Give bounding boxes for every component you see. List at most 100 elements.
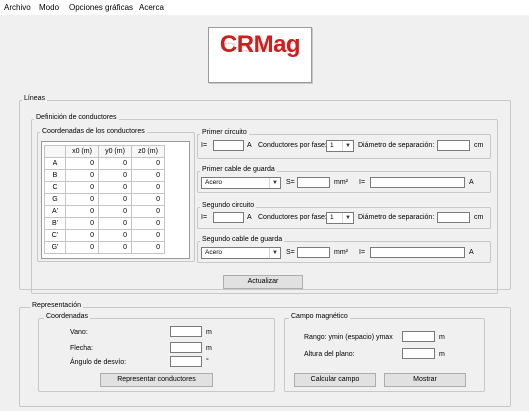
segundo-circuito-diam-input[interactable] (437, 212, 470, 223)
definicion-title: Definición de conductores (34, 114, 119, 121)
primer-cable-title: Primer cable de guarda (200, 166, 277, 173)
chevron-down-icon: ▼ (269, 178, 280, 188)
menu-bar: Archivo Modo Opciones gráficas Acerca (0, 0, 529, 15)
cell-z0[interactable]: 0 (131, 193, 165, 206)
table-row: G' 0 0 0 (44, 241, 165, 254)
primer-circuito-diam-input[interactable] (437, 140, 470, 151)
row-label: A' (44, 205, 66, 218)
vano-input[interactable] (170, 326, 202, 337)
representar-conductores-button[interactable]: Representar conductores (100, 373, 213, 387)
cell-z0[interactable]: 0 (131, 229, 165, 242)
primer-cable-s-label: S= (286, 179, 295, 186)
cell-z0[interactable]: 0 (131, 241, 165, 254)
cell-z0[interactable]: 0 (131, 217, 165, 230)
cell-x0[interactable]: 0 (65, 241, 99, 254)
cell-x0[interactable]: 0 (65, 181, 99, 194)
cell-y0[interactable]: 0 (98, 217, 132, 230)
primer-circuito-i-label: I= (201, 142, 208, 149)
cell-y0[interactable]: 0 (98, 193, 132, 206)
segundo-cable-material-value: Acero (205, 249, 222, 256)
segundo-cable-i-unit: A (469, 249, 474, 256)
segundo-cable-i-label: I= (359, 249, 366, 256)
actualizar-button[interactable]: Actualizar (223, 275, 303, 289)
segundo-cable-i-input[interactable] (370, 247, 465, 258)
cell-x0[interactable]: 0 (65, 217, 99, 230)
cell-x0[interactable]: 0 (65, 205, 99, 218)
primer-cable-i-label: I= (359, 179, 366, 186)
primer-circuito-cond-value: 1 (330, 142, 334, 149)
vano-unit: m (206, 329, 212, 336)
segundo-cable-s-input[interactable] (297, 247, 330, 258)
conductor-table: x0 (m) y0 (m) z0 (m) A000 B000 C000 G000… (44, 145, 165, 254)
cell-z0[interactable]: 0 (131, 169, 165, 182)
calcular-campo-button[interactable]: Calcular campo (294, 373, 376, 387)
segundo-circuito-i-input[interactable] (213, 212, 244, 223)
flecha-input[interactable] (170, 342, 202, 353)
cell-y0[interactable]: 0 (98, 181, 132, 194)
angulo-input[interactable] (170, 356, 202, 367)
flecha-label: Flecha: (70, 345, 93, 352)
vano-label: Vano: (70, 329, 88, 336)
altura-unit: m (439, 351, 445, 358)
coordenadas-conductores-title: Coordenadas de los conductores (40, 128, 147, 135)
cell-z0[interactable]: 0 (131, 157, 165, 170)
segundo-circuito-i-label: I= (201, 214, 208, 221)
rango-label: Rango: ymin (espacio) ymax (304, 334, 393, 341)
primer-circuito-cond-label: Conductores por fase: (258, 142, 327, 149)
table-row: A000 (44, 157, 165, 170)
primer-cable-i-unit: A (469, 179, 474, 186)
angulo-unit: ° (206, 358, 209, 365)
cell-z0[interactable]: 0 (131, 181, 165, 194)
segundo-cable-material-select[interactable]: Acero ▼ (201, 247, 281, 259)
table-row: B' 0 0 0 (44, 217, 165, 230)
table-header-row: x0 (m) y0 (m) z0 (m) (44, 145, 165, 158)
header-x0: x0 (m) (65, 145, 99, 158)
representacion-title: Representación (30, 302, 84, 309)
chevron-down-icon: ▼ (342, 213, 353, 223)
primer-circuito-i-unit: A (247, 142, 252, 149)
mostrar-button[interactable]: Mostrar (384, 373, 466, 387)
primer-cable-i-input[interactable] (370, 177, 465, 188)
segundo-circuito-cond-select[interactable]: 1 ▼ (326, 212, 354, 224)
cell-x0[interactable]: 0 (65, 229, 99, 242)
primer-circuito-i-input[interactable] (213, 140, 244, 151)
row-label: G (44, 193, 66, 206)
angulo-label: Ángulo de desvío: (70, 359, 127, 366)
cell-x0[interactable]: 0 (65, 169, 99, 182)
cell-y0[interactable]: 0 (98, 229, 132, 242)
coordenadas-title: Coordenadas (44, 313, 91, 320)
header-y0: y0 (m) (98, 145, 132, 158)
primer-cable-s-input[interactable] (297, 177, 330, 188)
menu-archivo[interactable]: Archivo (4, 3, 31, 12)
primer-cable-material-value: Acero (205, 179, 222, 186)
lineas-title: Líneas (22, 95, 48, 102)
segundo-circuito-cond-value: 1 (330, 214, 334, 221)
table-row: G000 (44, 193, 165, 206)
row-label: C' (44, 229, 66, 242)
cell-y0[interactable]: 0 (98, 169, 132, 182)
flecha-unit: m (206, 345, 212, 352)
menu-acerca[interactable]: Acerca (139, 3, 164, 12)
table-row: B000 (44, 169, 165, 182)
altura-input[interactable] (402, 348, 435, 359)
cell-y0[interactable]: 0 (98, 241, 132, 254)
row-label: B (44, 169, 66, 182)
cell-z0[interactable]: 0 (131, 205, 165, 218)
menu-opciones-graficas[interactable]: Opciones gráficas (69, 3, 133, 12)
segundo-circuito-i-unit: A (247, 214, 252, 221)
table-row: C000 (44, 181, 165, 194)
table-row: C' 0 0 0 (44, 229, 165, 242)
menu-modo[interactable]: Modo (39, 3, 59, 12)
cell-x0[interactable]: 0 (65, 157, 99, 170)
chevron-down-icon: ▼ (342, 141, 353, 151)
cell-y0[interactable]: 0 (98, 157, 132, 170)
primer-circuito-title: Primer circuito (200, 129, 249, 136)
table-corner (44, 145, 66, 158)
rango-input[interactable] (402, 331, 435, 342)
cell-y0[interactable]: 0 (98, 205, 132, 218)
segundo-circuito-diam-label: Diámetro de separación: (358, 214, 435, 221)
cell-x0[interactable]: 0 (65, 193, 99, 206)
primer-circuito-cond-select[interactable]: 1 ▼ (326, 140, 354, 152)
primer-cable-material-select[interactable]: Acero ▼ (201, 177, 281, 189)
altura-label: Altura del plano: (304, 351, 355, 358)
